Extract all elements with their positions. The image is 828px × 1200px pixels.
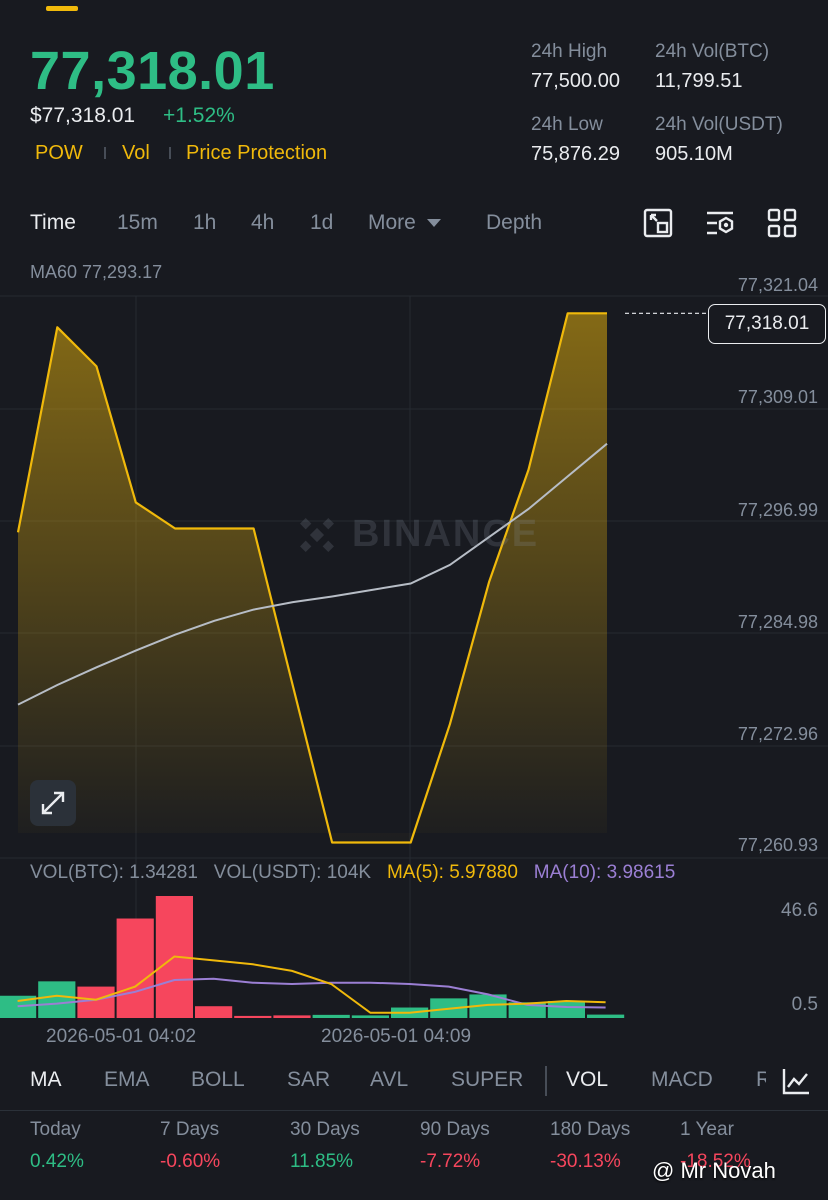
stat-low-value: 75,876.29 — [531, 143, 620, 165]
watermark-text: BINANCE — [352, 513, 540, 555]
tab-more[interactable]: More — [368, 211, 442, 235]
perf-value-30d: 11.85% — [290, 1151, 354, 1172]
indicator-avl[interactable]: AVL — [370, 1068, 408, 1092]
volume-bar — [351, 1015, 389, 1018]
stat-low-label: 24h Low — [531, 114, 603, 135]
price-change: +1.52% — [163, 104, 235, 127]
y-axis-label: 77,321.04 — [737, 275, 818, 295]
indicator-super[interactable]: SUPER — [451, 1068, 523, 1092]
credit-watermark: @ Mr Novah — [652, 1158, 776, 1183]
tab-1h[interactable]: 1h — [193, 211, 216, 235]
y-axis-label: 77,272.96 — [737, 724, 818, 744]
perf-value-90d: -7.72% — [420, 1151, 481, 1172]
perf-value-180d: -30.13% — [550, 1151, 621, 1172]
price-usd: $77,318.01 — [30, 104, 136, 127]
vol-usdt-readout: VOL(USDT): 104K — [213, 862, 372, 883]
indicator-divider — [545, 1066, 547, 1096]
tab-depth[interactable]: Depth — [486, 211, 542, 235]
volume-bar — [77, 986, 115, 1018]
y-axis-label: 77,260.93 — [737, 835, 818, 855]
perf-label-1y: 1 Year — [680, 1119, 734, 1140]
tag-divider — [169, 147, 171, 159]
tab-1d[interactable]: 1d — [310, 211, 333, 235]
vol-ma10-readout: MA(10): 3.98615 — [533, 862, 676, 883]
vol-btc-readout: VOL(BTC): 1.34281 — [30, 862, 198, 883]
perf-label-180d: 180 Days — [550, 1119, 631, 1140]
perf-value-today: 0.42% — [30, 1151, 84, 1172]
y-axis-label: 77,296.99 — [737, 500, 818, 520]
last-price: 77,318.01 — [30, 41, 275, 101]
binance-logo-icon — [300, 518, 334, 552]
tag-vol[interactable]: Vol — [122, 142, 150, 165]
y-axis-label: 77,284.98 — [737, 612, 818, 632]
volume-axis-min: 0.5 — [791, 994, 818, 1015]
volume-bar — [195, 1006, 233, 1018]
stat-high-value: 77,500.00 — [531, 70, 620, 92]
y-axis-label: 77,309.01 — [737, 387, 818, 407]
stat-vol-btc-value: 11,799.51 — [655, 70, 743, 92]
indicator-macd[interactable]: MACD — [651, 1068, 713, 1092]
stat-vol-btc-label: 24h Vol(BTC) — [655, 41, 770, 62]
tab-4h[interactable]: 4h — [251, 211, 274, 235]
indicator-rsi[interactable]: R — [756, 1068, 766, 1092]
volume-bar — [38, 981, 76, 1018]
indicator-sar[interactable]: SAR — [287, 1068, 330, 1092]
indicator-ema[interactable]: EMA — [104, 1068, 150, 1092]
indicator-ma[interactable]: MA — [30, 1068, 62, 1092]
volume-bar — [312, 1014, 350, 1018]
stat-vol-usdt-label: 24h Vol(USDT) — [655, 114, 783, 135]
vol-ma5-readout: MA(5): 5.97880 — [386, 862, 518, 883]
x-axis-label: 2026-05-01 04:02 — [46, 1026, 197, 1047]
divider — [0, 1110, 828, 1111]
active-tab-indicator — [46, 6, 78, 11]
tag-pow[interactable]: POW — [35, 142, 83, 165]
perf-label-7d: 7 Days — [160, 1119, 220, 1140]
perf-label-90d: 90 Days — [420, 1119, 490, 1140]
tab-more-label: More — [368, 211, 416, 234]
fullscreen-icon[interactable] — [30, 780, 76, 826]
tab-time[interactable]: Time — [30, 211, 76, 235]
current-price-tag: 77,318.01 — [708, 304, 826, 344]
price-chart[interactable] — [0, 252, 828, 1022]
stat-vol-usdt-value: 905.10M — [655, 143, 733, 165]
ma60-label: MA60 77,293.17 — [30, 262, 163, 282]
volume-bar — [587, 1014, 625, 1018]
volume-axis-max: 46.6 — [781, 900, 818, 921]
caret-down-icon — [426, 219, 441, 228]
tab-15m[interactable]: 15m — [117, 211, 158, 235]
volume-legend: VOL(BTC): 1.34281 VOL(USDT): 104K MA(5):… — [30, 862, 675, 884]
volume-bar — [547, 1000, 585, 1018]
grid-layout-icon[interactable] — [767, 208, 797, 238]
indicator-boll[interactable]: BOLL — [191, 1068, 245, 1092]
price-area — [16, 312, 706, 844]
volume-bar — [234, 1015, 272, 1018]
volume-bar — [273, 1015, 311, 1018]
x-axis-label: 2026-05-01 04:09 — [321, 1026, 472, 1047]
tag-price-protection[interactable]: Price Protection — [186, 142, 327, 165]
perf-label-today: Today — [30, 1119, 81, 1140]
volume-bar — [116, 918, 154, 1018]
stat-high-label: 24h High — [531, 41, 608, 62]
chart-settings-icon[interactable] — [643, 208, 673, 238]
tag-divider — [104, 147, 106, 159]
volume-bars — [0, 896, 625, 1018]
indicator-vol[interactable]: VOL — [566, 1068, 608, 1092]
perf-value-7d: -0.60% — [160, 1151, 221, 1172]
perf-label-30d: 30 Days — [290, 1119, 360, 1140]
indicator-settings-icon[interactable] — [705, 208, 735, 238]
indicator-chart-icon[interactable] — [781, 1066, 811, 1096]
